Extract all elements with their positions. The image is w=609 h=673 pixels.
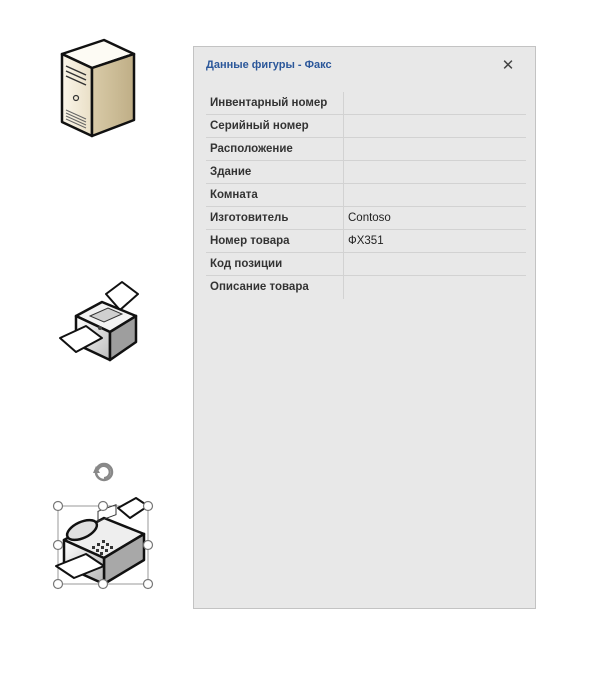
row-label: Здание [210,166,252,178]
rotation-handle[interactable] [93,462,114,482]
row-value[interactable] [343,184,526,206]
row-label: Изготовитель [210,212,289,224]
resize-handle-bottom-right[interactable] [142,578,154,590]
shape-data-table: Инвентарный номер Серийный номер Располо… [206,92,526,299]
table-row[interactable]: Инвентарный номер [206,92,526,115]
table-row[interactable]: Расположение [206,138,526,161]
row-label: Серийный номер [210,120,309,132]
resize-handle-right[interactable] [142,539,154,551]
row-label: Код позиции [210,258,283,270]
row-label: Номер товара [210,235,290,247]
row-value[interactable]: Contoso [343,207,526,229]
row-label: Описание товара [210,281,309,293]
row-label: Инвентарный номер [210,97,328,109]
table-row[interactable]: Описание товара [206,276,526,299]
panel-title: Данные фигуры - Факс [206,59,332,71]
table-row[interactable]: Комната [206,184,526,207]
server-shape[interactable] [54,36,138,140]
table-row[interactable]: Номер товара ФХ351 [206,230,526,253]
fax-icon [52,462,154,590]
resize-handle-bottom[interactable] [97,578,109,590]
row-value[interactable] [343,161,526,183]
row-label: Комната [210,189,258,201]
resize-handle-top-left[interactable] [52,500,64,512]
row-value[interactable] [343,138,526,160]
shape-data-panel: Данные фигуры - Факс ✕ Инвентарный номер… [193,46,536,609]
row-value[interactable] [343,276,526,298]
close-icon[interactable]: ✕ [501,58,515,73]
row-label: Расположение [210,143,293,155]
row-value[interactable] [343,115,526,137]
resize-handle-top-right[interactable] [142,500,154,512]
resize-handle-left[interactable] [52,539,64,551]
resize-handle-top[interactable] [97,500,109,512]
printer-shape[interactable] [56,280,142,366]
table-row[interactable]: Здание [206,161,526,184]
table-row[interactable]: Серийный номер [206,115,526,138]
printer-icon [59,281,139,362]
fax-shape-selected[interactable] [52,462,156,590]
row-value[interactable] [343,253,526,275]
table-row[interactable]: Код позиции [206,253,526,276]
row-value[interactable] [343,92,526,114]
resize-handle-bottom-left[interactable] [52,578,64,590]
server-icon [60,38,136,138]
row-value[interactable]: ФХ351 [343,230,526,252]
table-row[interactable]: Изготовитель Contoso [206,207,526,230]
